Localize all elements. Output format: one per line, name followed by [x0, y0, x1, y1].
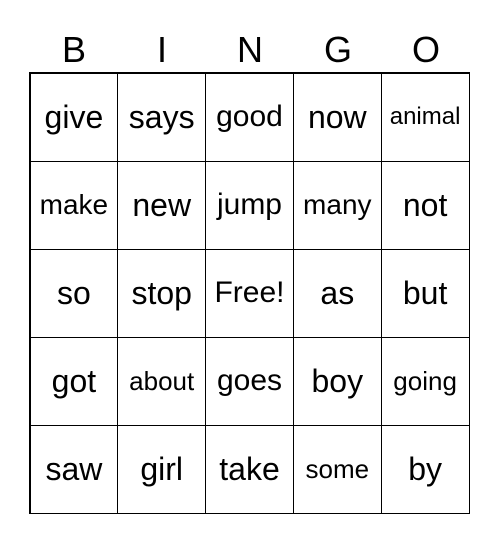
bingo-cell[interactable]: now: [292, 72, 382, 162]
bingo-cell[interactable]: says: [117, 72, 207, 162]
bingo-cell[interactable]: saw: [29, 424, 119, 514]
bingo-cell[interactable]: so: [29, 248, 119, 338]
bingo-cell[interactable]: give: [29, 72, 119, 162]
bingo-cell[interactable]: good: [205, 72, 294, 162]
bingo-cell[interactable]: many: [292, 160, 382, 250]
bingo-cell[interactable]: new: [117, 160, 207, 250]
bingo-cell[interactable]: jump: [205, 160, 294, 250]
bingo-cell[interactable]: about: [117, 336, 207, 426]
bingo-cell[interactable]: stop: [117, 248, 207, 338]
bingo-cell[interactable]: goes: [205, 336, 294, 426]
bingo-header: B I N G O: [30, 28, 470, 72]
bingo-cell[interactable]: some: [292, 424, 382, 514]
header-letter: B: [61, 29, 86, 70]
bingo-cell[interactable]: going: [380, 336, 470, 426]
header-letter: G: [323, 29, 352, 70]
bingo-cell[interactable]: girl: [117, 424, 207, 514]
bingo-cell[interactable]: but: [380, 248, 470, 338]
bingo-cell[interactable]: by: [380, 424, 470, 514]
bingo-cell[interactable]: as: [292, 248, 382, 338]
header-letter: N: [237, 29, 263, 70]
bingo-cell[interactable]: got: [29, 336, 119, 426]
free-space-cell[interactable]: Free!: [205, 248, 294, 338]
bingo-cell[interactable]: not: [380, 160, 470, 250]
bingo-cell[interactable]: animal: [380, 72, 470, 162]
header-letter: O: [411, 29, 440, 70]
bingo-cell[interactable]: boy: [292, 336, 382, 426]
bingo-cell[interactable]: make: [29, 160, 119, 250]
bingo-grid: give says good now animal make new jump …: [29, 72, 470, 514]
bingo-cell[interactable]: take: [205, 424, 294, 514]
header-letter: I: [156, 29, 167, 70]
